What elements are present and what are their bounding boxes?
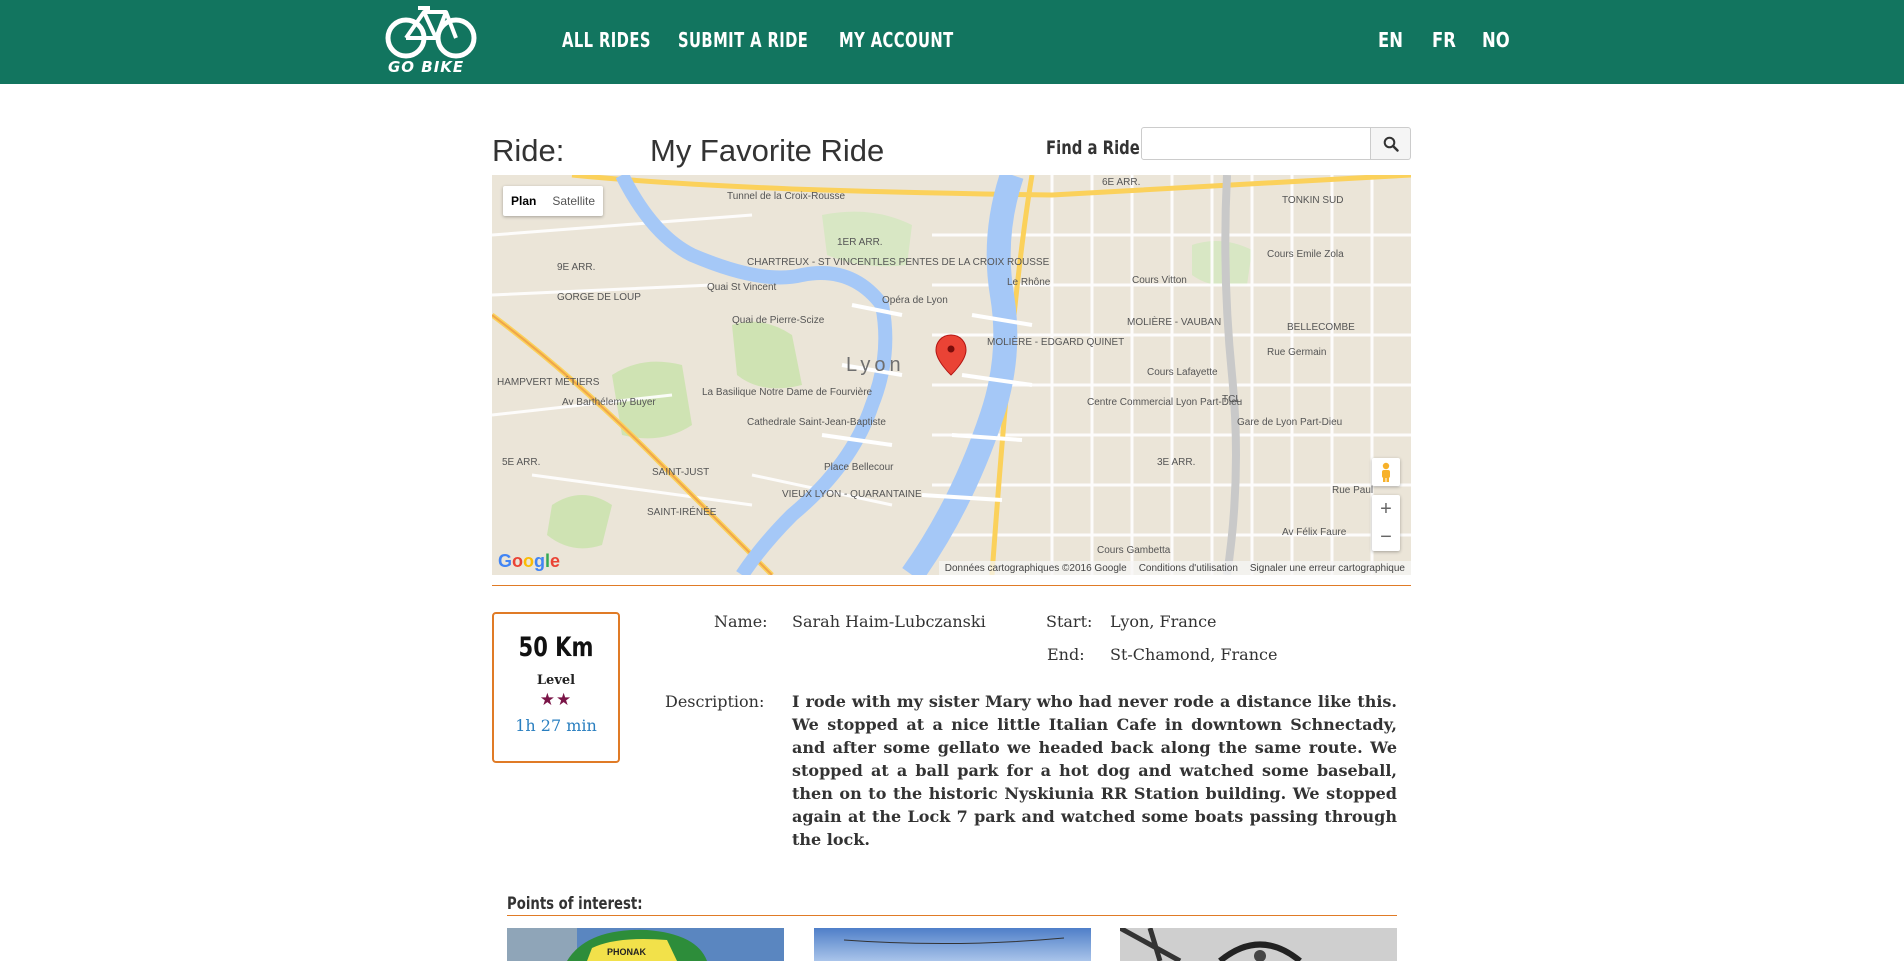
map-label: Cours Lafayette — [1147, 367, 1218, 378]
map-label: Opéra de Lyon — [882, 295, 948, 306]
map-label: Cours Gambetta — [1097, 545, 1171, 556]
map-label: VIEUX LYON - QUARANTAINE — [782, 489, 922, 500]
map-label: Quai St Vincent — [707, 282, 777, 293]
map-label: Av Barthélemy Buyer — [562, 397, 656, 408]
map-label: La Basilique Notre Dame de Fourvière — [702, 387, 873, 398]
poi-image-1[interactable]: PHONAK — [507, 928, 784, 961]
map-label: TONKIN SUD — [1282, 195, 1344, 206]
nav-my-account[interactable]: MY ACCOUNT — [839, 28, 954, 52]
poi-image-2[interactable] — [814, 928, 1091, 961]
section-divider — [492, 585, 1411, 586]
nav-submit-ride[interactable]: SUBMIT A RIDE — [678, 28, 808, 52]
map-label: SAINT-JUST — [652, 467, 709, 478]
level-label: Level — [536, 673, 576, 688]
nav-all-rides[interactable]: ALL RIDES — [562, 28, 651, 52]
map-label: SAINT-IRÉNÉE — [647, 505, 717, 518]
top-navbar: GO BIKE ALL RIDES SUBMIT A RIDE MY ACCOU… — [0, 0, 1904, 84]
ride-map[interactable]: Tunnel de la Croix-Rousse 1ER ARR. CHART… — [492, 175, 1411, 575]
lang-fr[interactable]: FR — [1432, 28, 1456, 52]
points-of-interest-title: Points of interest: — [507, 894, 643, 914]
map-label: Av Félix Faure — [1282, 527, 1347, 538]
map-label: 9E ARR. — [557, 262, 595, 273]
map-label: Tunnel de la Croix-Rousse — [727, 191, 845, 202]
map-report-error-link[interactable]: Signaler une erreur cartographique — [1250, 563, 1405, 574]
map-label: Cours Vitton — [1132, 275, 1187, 286]
lang-no[interactable]: NO — [1482, 28, 1510, 52]
end-label: End: — [1047, 645, 1085, 664]
page-title: My Favorite Ride — [650, 133, 885, 168]
street-view-pegman-icon[interactable] — [1372, 458, 1400, 486]
map-terms-link[interactable]: Conditions d'utilisation — [1139, 563, 1238, 574]
zoom-out-button[interactable]: − — [1372, 523, 1400, 551]
zoom-control: + − — [1372, 495, 1400, 551]
duration-value: 1h 27 min — [515, 716, 597, 735]
ride-stats-box: 50 Km Level ★★ 1h 27 min — [492, 612, 620, 763]
ride-label: Ride: — [492, 133, 565, 168]
start-label: Start: — [1046, 612, 1093, 631]
map-type-control: Plan Satellite — [503, 186, 604, 216]
map-label: Quai de Pierre-Scize — [732, 315, 825, 326]
map-label: Place Bellecour — [824, 462, 894, 473]
search-icon — [1383, 136, 1399, 152]
zoom-in-button[interactable]: + — [1372, 495, 1400, 523]
map-label: 1ER ARR. — [837, 237, 883, 248]
name-value: Sarah Haim-Lubczanski — [792, 612, 986, 631]
poi-image-3[interactable] — [1120, 928, 1397, 961]
description-label: Description: — [665, 692, 765, 711]
map-canvas[interactable]: Tunnel de la Croix-Rousse 1ER ARR. CHART… — [492, 175, 1411, 575]
name-label: Name: — [714, 612, 768, 631]
map-label: Le Rhône — [1007, 277, 1051, 288]
description-text: I rode with my sister Mary who had never… — [792, 692, 1397, 849]
map-label: 5E ARR. — [502, 457, 540, 468]
google-logo[interactable]: Google — [498, 551, 560, 572]
map-label: Gare de Lyon Part-Dieu — [1237, 417, 1342, 428]
logo-text: GO BIKE — [388, 58, 465, 76]
start-value: Lyon, France — [1110, 612, 1217, 631]
bike-logo-icon — [385, 6, 477, 59]
map-label: LES PENTES DE LA CROIX ROUSSE — [877, 257, 1050, 268]
lang-en[interactable]: EN — [1378, 28, 1403, 52]
map-label: MOLIÈRE - VAUBAN — [1127, 315, 1221, 328]
end-value: St-Chamond, France — [1110, 645, 1278, 664]
map-label: TCL — [1222, 394, 1241, 405]
map-label: GORGE DE LOUP — [557, 292, 641, 303]
level-stars-icon: ★★ — [539, 690, 573, 710]
map-label: 3E ARR. — [1157, 457, 1195, 468]
jersey-text: PHONAK — [607, 947, 647, 957]
map-city-label: Lyon — [846, 354, 905, 376]
map-type-plan[interactable]: Plan — [503, 186, 544, 216]
map-label: 6E ARR. — [1102, 177, 1140, 188]
map-label: Cours Emile Zola — [1267, 249, 1344, 260]
map-data-credit: Données cartographiques ©2016 Google — [944, 562, 1127, 574]
map-label: Cathedrale Saint-Jean-Baptiste — [747, 417, 886, 428]
poi-divider — [507, 915, 1397, 916]
map-type-satellite[interactable]: Satellite — [544, 186, 603, 216]
map-label: MOLIÈRE - EDGARD QUINET — [987, 335, 1124, 348]
find-ride-label: Find a Ride: — [1046, 137, 1146, 159]
distance-value: 50 Km — [518, 632, 594, 663]
map-label: Rue Germain — [1267, 347, 1326, 358]
search-button[interactable] — [1370, 127, 1411, 160]
map-label: Centre Commercial Lyon Part-Dieu — [1087, 397, 1242, 408]
map-attribution: Données cartographiques ©2016 Google Con… — [938, 561, 1411, 575]
map-label: HAMPVERT MÉTIERS — [497, 375, 600, 388]
search-input[interactable] — [1141, 127, 1372, 160]
map-label: BELLECOMBE — [1287, 322, 1355, 333]
map-label: Rue Paul — [1332, 485, 1373, 496]
map-label: CHARTREUX - ST VINCENT — [747, 257, 877, 268]
